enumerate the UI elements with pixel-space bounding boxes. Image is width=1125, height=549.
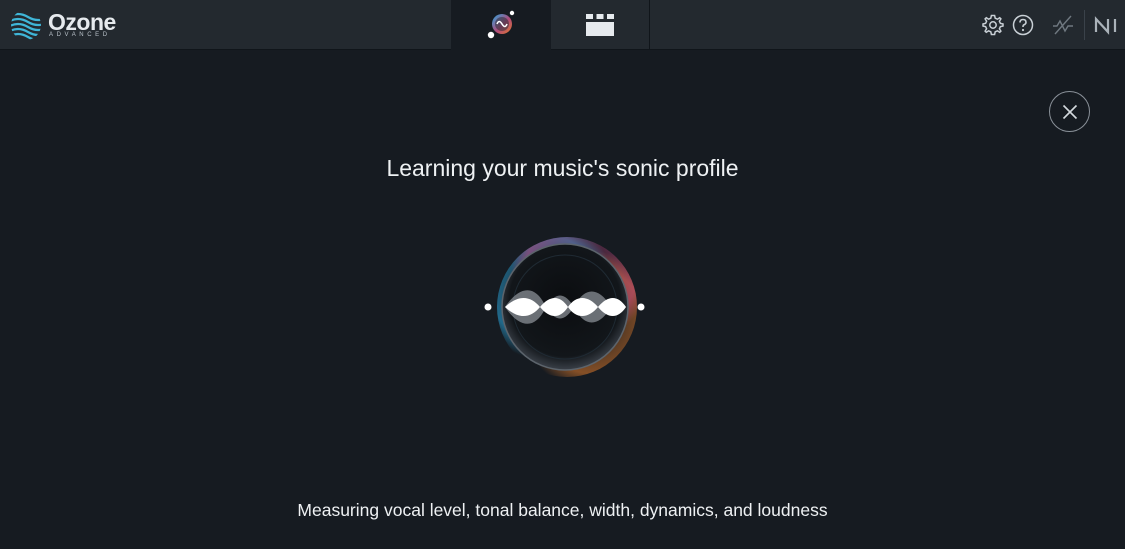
ni-logo-icon[interactable] (1093, 12, 1121, 38)
settings-gear-icon[interactable] (980, 12, 1006, 38)
close-button[interactable] (1049, 91, 1090, 132)
modules-icon (585, 14, 614, 36)
assistant-icon (487, 10, 515, 39)
help-icon[interactable] (1010, 12, 1036, 38)
tab-modules[interactable] (550, 0, 650, 50)
header-divider (1084, 10, 1085, 40)
top-bar: Ozone ADVANCED (0, 0, 1125, 50)
status-text: Measuring vocal level, tonal balance, wi… (297, 500, 828, 520)
ozone-logo-icon (11, 12, 41, 40)
bypass-icon[interactable] (1050, 12, 1076, 38)
close-icon (1062, 104, 1077, 119)
page-title: Learning your music's sonic profile (386, 155, 739, 181)
tab-assistant[interactable] (451, 0, 551, 50)
app-edition: ADVANCED (49, 32, 111, 38)
app-logo: Ozone ADVANCED (10, 9, 120, 41)
listening-orb-icon (484, 237, 645, 377)
